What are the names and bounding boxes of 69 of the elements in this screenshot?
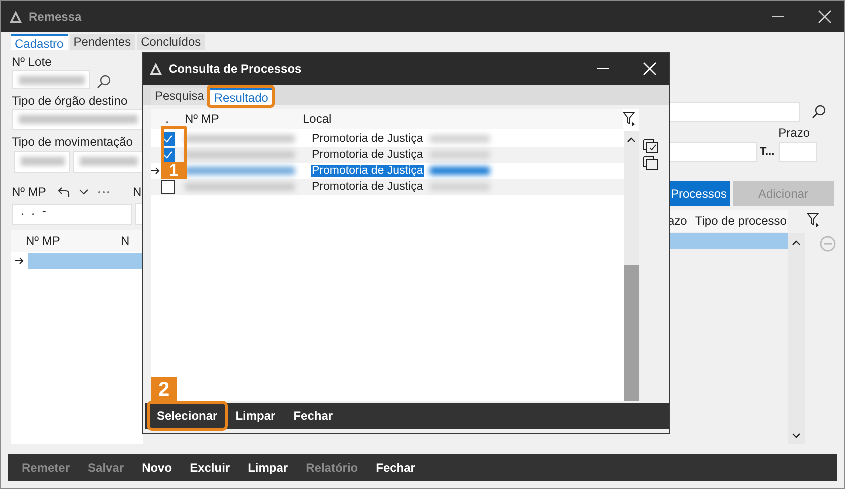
action-button[interactable]: Limpar: [248, 460, 288, 474]
step-badge: 1: [161, 162, 187, 179]
processes-button[interactable]: Processos: [668, 181, 730, 206]
redacted-text: [430, 151, 490, 159]
filter-icon[interactable]: [623, 112, 636, 127]
tab[interactable]: Concluídos: [137, 34, 206, 50]
redacted-text: [430, 183, 490, 191]
input-field[interactable]: [14, 151, 70, 173]
input-field[interactable]: [778, 142, 817, 162]
column-header: N: [121, 234, 130, 248]
action-button[interactable]: Selecionar: [150, 404, 225, 428]
redacted-text: [21, 157, 65, 166]
field-label: T...: [760, 146, 775, 158]
filter-icon[interactable]: [807, 213, 820, 228]
scroll-up-icon[interactable]: [627, 137, 636, 143]
action-button[interactable]: Excluir: [190, 460, 230, 474]
checkbox[interactable]: [161, 180, 175, 194]
redacted-text: [19, 76, 85, 85]
table-cell: Promotoria de Justiça: [311, 149, 424, 161]
tab[interactable]: Cadastro: [11, 34, 68, 50]
tab[interactable]: Pendentes: [70, 34, 136, 50]
uncheck-all-icon[interactable]: [643, 156, 659, 171]
field-label: Tipo de movimentação: [12, 136, 134, 149]
scrollbar[interactable]: [788, 233, 805, 444]
chevron-down-icon[interactable]: [79, 189, 89, 195]
scroll-thumb[interactable]: [624, 265, 639, 401]
redacted-text: [80, 157, 138, 166]
field-label: Nº MP: [12, 185, 48, 199]
input-field[interactable]: [73, 151, 143, 173]
column-header: Nº MP: [26, 234, 62, 248]
scroll-down-icon[interactable]: [792, 433, 801, 439]
close-icon[interactable]: [818, 10, 832, 24]
field-label: N: [133, 185, 142, 199]
action-button[interactable]: Fechar: [376, 460, 416, 474]
input-field[interactable]: [668, 142, 757, 162]
window-title: Remessa: [29, 10, 82, 24]
logo-icon: [149, 62, 163, 76]
column-header: .: [164, 112, 169, 126]
field-label: Tipo de órgão destino: [12, 95, 129, 108]
action-button[interactable]: Novo: [142, 460, 172, 474]
tab[interactable]: Resultado: [210, 88, 272, 105]
row-pointer-icon: [15, 257, 24, 265]
input-field[interactable]: . . -: [12, 204, 132, 224]
logo-icon: [9, 10, 23, 24]
table-cell: Promotoria de Justiça: [311, 181, 424, 193]
undo-icon[interactable]: [58, 187, 70, 197]
redacted-text: [430, 135, 490, 143]
search-field[interactable]: [668, 102, 800, 122]
table-cell: Promotoria de Justiça: [311, 133, 424, 145]
field-label: Nº Lote: [12, 56, 53, 69]
scrollbar[interactable]: [624, 131, 639, 401]
redacted-text: [430, 167, 490, 175]
step-badge: 2: [151, 377, 177, 403]
column-header: Local: [303, 112, 332, 126]
search-icon[interactable]: [97, 75, 111, 89]
check-all-icon[interactable]: [643, 139, 659, 154]
column-header: Nº MP: [185, 112, 220, 126]
input-field[interactable]: [12, 109, 143, 130]
action-button[interactable]: Fechar: [286, 404, 340, 428]
field-label: Prazo: [778, 127, 812, 140]
dialog-title: Consulta de Processos: [169, 62, 302, 76]
scroll-up-icon[interactable]: [792, 240, 801, 246]
input-field[interactable]: [12, 70, 90, 89]
column-header: Tipo de processo: [695, 214, 787, 228]
table-cell: Promotoria de Justiça: [311, 165, 424, 177]
ellipsis-icon[interactable]: [98, 190, 110, 194]
search-icon[interactable]: [812, 105, 826, 119]
tab[interactable]: Pesquisa: [151, 88, 208, 105]
action-button[interactable]: Limpar: [228, 404, 283, 428]
